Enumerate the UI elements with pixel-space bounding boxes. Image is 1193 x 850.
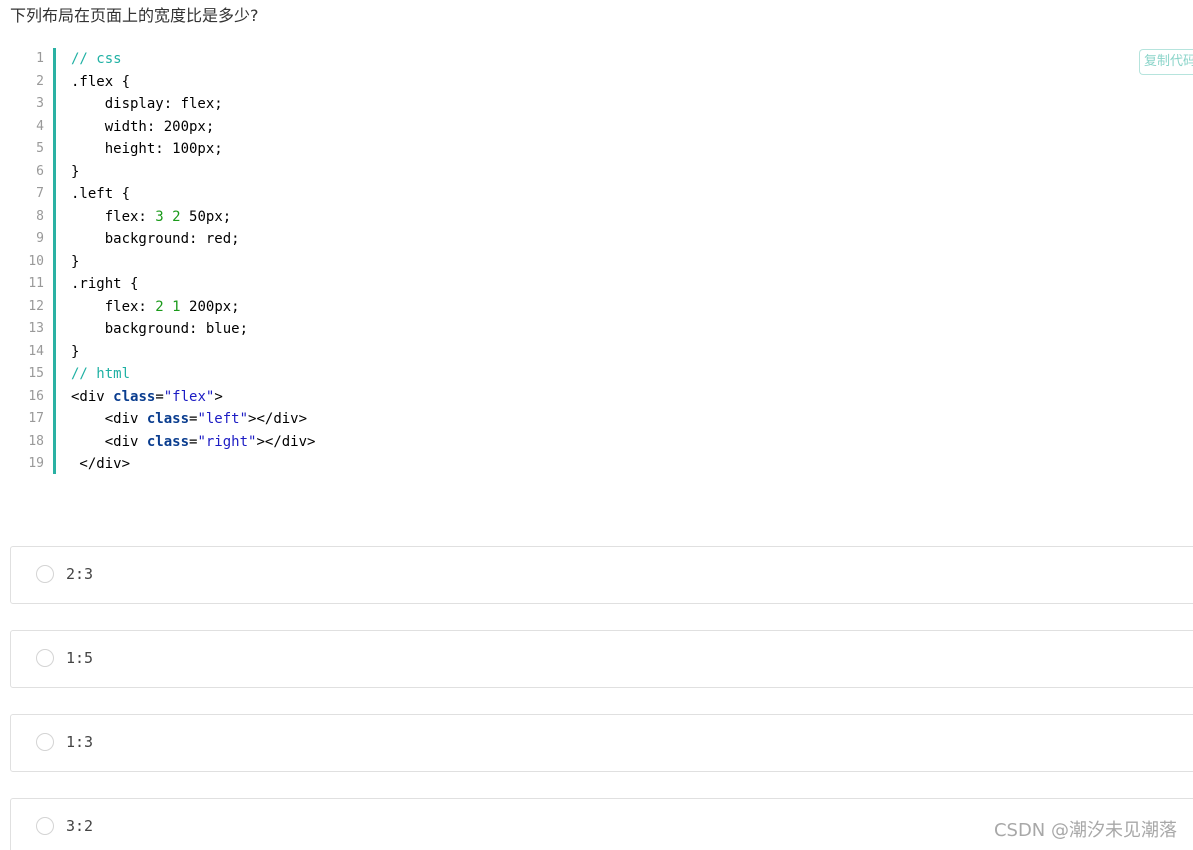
quiz-page: 下列布局在页面上的宽度比是多少? 1 2 3 4 5 6 7 8 9 10 11 12 13 14 15 16…	[0, 0, 1193, 850]
line-number: 4	[36, 118, 44, 134]
code-line: .flex {	[71, 71, 130, 93]
code-token: 2	[155, 298, 164, 315]
code-token: }	[71, 253, 80, 270]
code-token: display: flex;	[71, 96, 223, 112]
code-line: <div class="right"></div>	[71, 431, 316, 453]
radio-button[interactable]	[36, 817, 54, 835]
code-token: 1	[172, 298, 181, 315]
code-token: background: red;	[71, 231, 240, 247]
line-number: 7	[36, 186, 44, 201]
answer-option[interactable]: 1:5	[10, 630, 1193, 688]
code-token: flex:	[71, 298, 156, 315]
code-line: }	[71, 341, 79, 363]
code-line: .right {	[71, 273, 138, 295]
radio-button[interactable]	[36, 733, 54, 751]
code-line: height: 100px;	[71, 138, 223, 160]
line-number: 14	[28, 343, 44, 359]
code-line: width: 200px;	[71, 116, 215, 138]
option-label: 2:3	[66, 565, 94, 583]
line-number: 16	[28, 388, 44, 404]
radio-button[interactable]	[36, 649, 54, 667]
code-token: 200px;	[180, 298, 240, 315]
line-number: 10	[28, 253, 44, 269]
answer-option[interactable]: 2:3	[10, 546, 1193, 604]
code-token: // css	[71, 51, 122, 67]
code-line: </div>	[71, 453, 130, 475]
code-line: // html	[71, 363, 130, 385]
line-number: 9	[36, 231, 44, 246]
code-token: "right"	[197, 433, 257, 450]
code-token: class	[146, 411, 190, 427]
line-number: 12	[28, 298, 44, 314]
code-token: }	[71, 163, 80, 180]
line-number: 2	[36, 73, 44, 89]
code-token: // html	[71, 366, 131, 382]
code-token: .right {	[71, 276, 139, 292]
code-line: }	[71, 251, 79, 273]
line-number: 3	[36, 96, 44, 111]
code-token: <div	[71, 433, 147, 450]
line-number: 17	[28, 411, 44, 426]
code-block: 1 2 3 4 5 6 7 8 9 10 11 12 13 14 15 16 17 18 19 // css .fle…	[0, 48, 1193, 476]
code-line: flex: 2 1 200px;	[71, 296, 240, 318]
code-token: width: 200px;	[71, 118, 215, 135]
code-line: // css	[71, 48, 122, 70]
code-line: flex: 3 2 50px;	[71, 206, 231, 228]
option-label: 1:5	[66, 649, 94, 667]
line-number: 19	[28, 456, 44, 471]
question-title: 下列布局在页面上的宽度比是多少?	[10, 6, 259, 25]
line-number: 11	[28, 276, 44, 291]
code-token: "flex"	[163, 388, 215, 405]
radio-button[interactable]	[36, 565, 54, 583]
code-line: background: blue;	[71, 318, 248, 340]
code-token: flex:	[71, 208, 156, 225]
code-line: background: red;	[71, 228, 240, 250]
code-token: height: 100px;	[71, 141, 223, 157]
code-token: class	[113, 388, 156, 405]
code-token: 3	[155, 208, 164, 225]
code-line: }	[71, 161, 79, 183]
code-line: <div class="flex">	[71, 386, 223, 408]
code-token: </div>	[71, 456, 131, 472]
code-token: background: blue;	[71, 321, 249, 337]
code-token: .flex {	[71, 73, 131, 90]
line-number: 18	[28, 433, 44, 449]
code-token: "left"	[197, 411, 249, 427]
watermark: CSDN @潮汐未见潮落	[993, 820, 1177, 841]
code-line: .left {	[71, 183, 130, 205]
line-number-gutter: 1 2 3 4 5 6 7 8 9 10 11 12 13 14 15 16 17 18 19	[0, 48, 56, 474]
code-token: ></div>	[256, 433, 316, 450]
code-token: }	[71, 343, 80, 360]
code-token: <div	[71, 411, 147, 427]
code-token: <div	[71, 388, 114, 405]
line-number: 8	[36, 208, 44, 224]
code-token: 50px;	[180, 208, 232, 225]
line-number: 15	[28, 366, 44, 381]
code-token: =	[155, 388, 164, 405]
line-number: 6	[36, 163, 44, 179]
code-token: >	[214, 388, 223, 405]
code-line: display: flex;	[71, 93, 223, 115]
code-token: ></div>	[248, 411, 308, 427]
option-label: 1:3	[66, 733, 94, 751]
line-number: 13	[28, 321, 44, 336]
code-token: 2	[172, 208, 181, 225]
code-token: .left {	[71, 186, 131, 202]
line-number: 1	[36, 51, 44, 66]
line-number: 5	[36, 141, 44, 156]
answer-option[interactable]: 1:3	[10, 714, 1193, 772]
code-line: <div class="left"></div>	[71, 408, 307, 430]
copy-code-button[interactable]: 复制代码	[1139, 49, 1193, 75]
code-token: class	[146, 433, 190, 450]
option-label: 3:2	[66, 817, 94, 835]
